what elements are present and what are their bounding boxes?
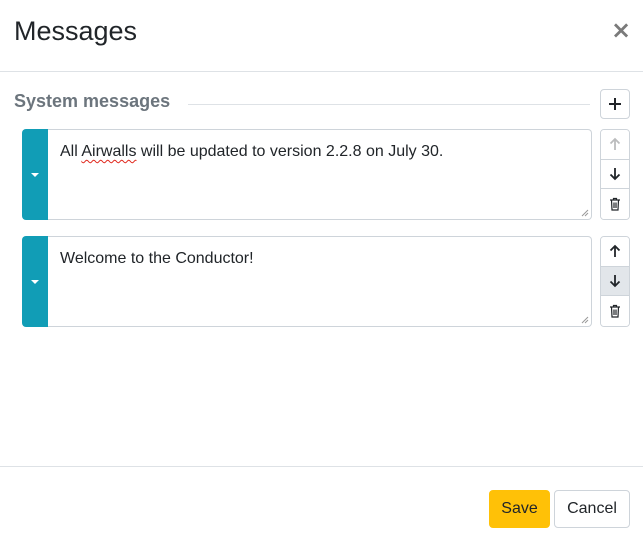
misspelled-word: Airwalls [81, 143, 137, 160]
section-title: System messages [14, 91, 171, 111]
add-message-button[interactable] [600, 89, 630, 119]
arrow-up-icon [609, 245, 621, 258]
message-options-dropdown[interactable] [22, 236, 48, 327]
cancel-button[interactable]: Cancel [554, 490, 630, 528]
message-actions [600, 236, 630, 327]
resize-grip-icon[interactable] [581, 209, 589, 217]
move-down-button[interactable] [601, 266, 629, 297]
close-icon: × [610, 16, 632, 44]
trash-icon [610, 305, 620, 318]
arrow-up-icon [609, 138, 621, 151]
section-divider [188, 104, 590, 105]
arrow-down-icon [609, 275, 621, 288]
message-textarea[interactable]: All Airwalls will be updated to version … [48, 129, 592, 220]
delete-button[interactable] [601, 296, 629, 326]
caret-down-icon [31, 172, 39, 177]
modal-header: Messages × [0, 0, 643, 72]
message-row: Welcome to the Conductor! [22, 236, 630, 327]
caret-down-icon [31, 279, 39, 284]
message-options-dropdown[interactable] [22, 129, 48, 220]
save-button[interactable]: Save [489, 490, 550, 528]
move-up-button[interactable] [601, 130, 629, 160]
modal-footer: Save Cancel [0, 466, 643, 540]
plus-icon [609, 98, 621, 110]
close-button[interactable]: × [607, 16, 635, 44]
message-row: All Airwalls will be updated to version … [22, 129, 630, 220]
arrow-down-icon [609, 168, 621, 181]
message-textarea[interactable]: Welcome to the Conductor! [48, 236, 592, 327]
trash-icon [610, 198, 620, 211]
move-down-button[interactable] [601, 159, 629, 190]
move-up-button[interactable] [601, 237, 629, 267]
modal-title: Messages [14, 16, 138, 46]
message-actions [600, 129, 630, 220]
messages-modal: Messages × System messages All Airwalls … [0, 0, 643, 540]
delete-button[interactable] [601, 189, 629, 219]
resize-grip-icon[interactable] [581, 316, 589, 324]
